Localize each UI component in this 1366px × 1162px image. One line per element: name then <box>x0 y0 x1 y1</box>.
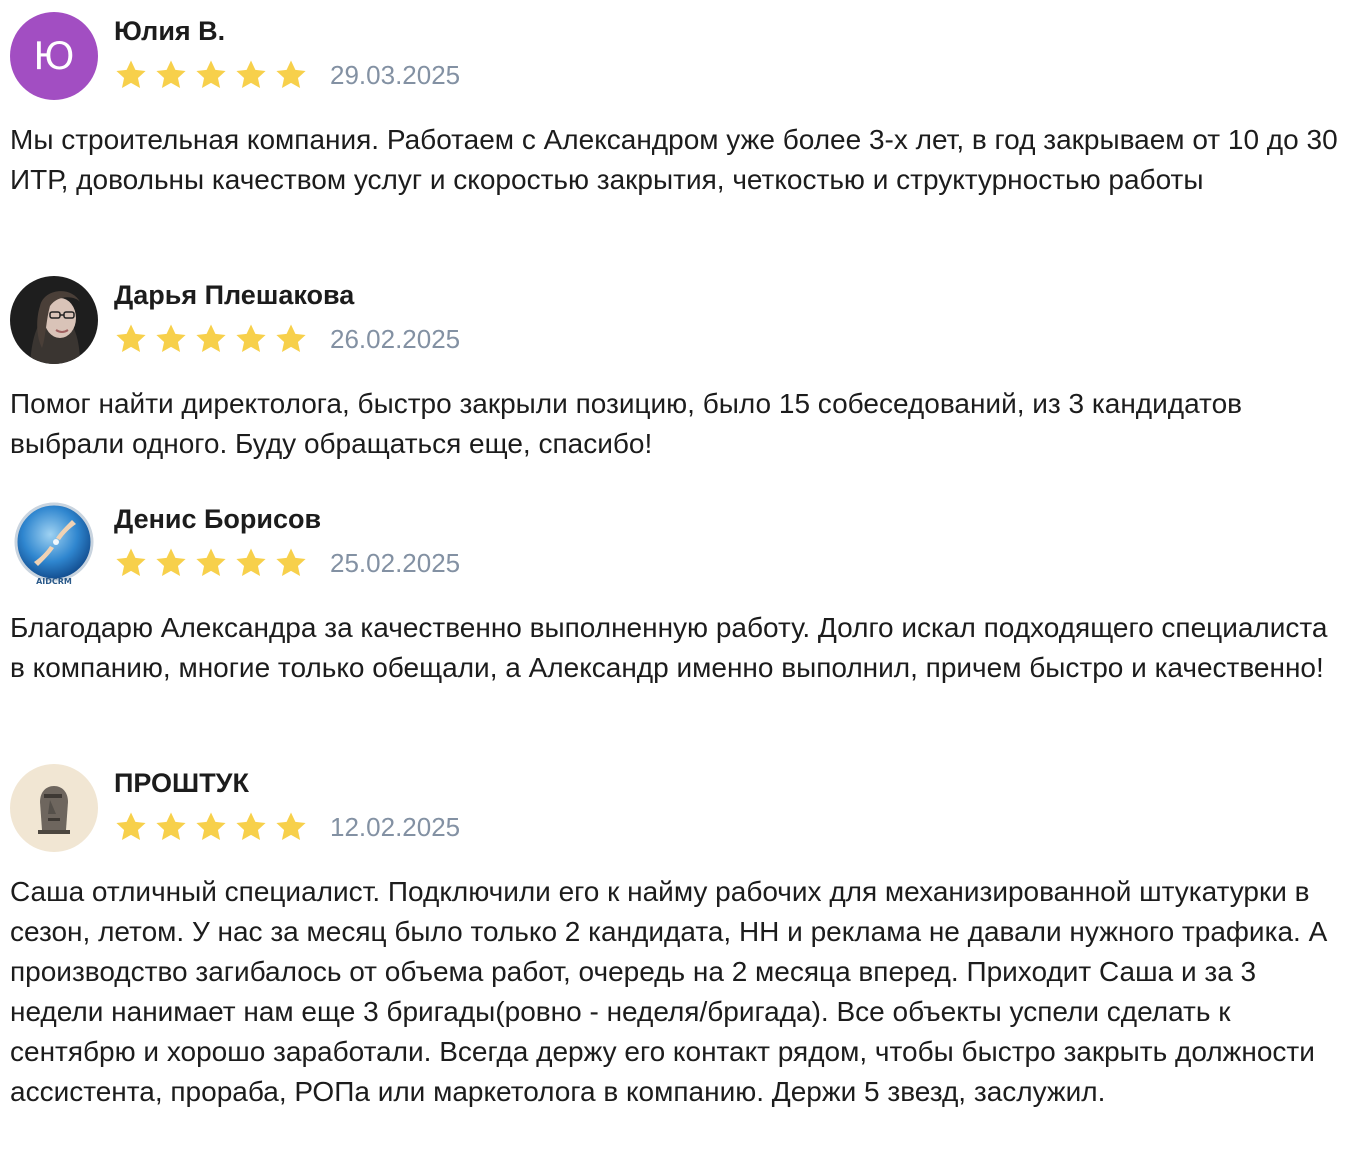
star-icon <box>156 548 186 577</box>
star-icon <box>276 60 306 89</box>
star-icon <box>236 324 266 353</box>
star-icon <box>116 548 146 577</box>
logo-text: AIDCRM <box>36 577 72 586</box>
star-icon <box>276 548 306 577</box>
avatar[interactable] <box>10 276 98 364</box>
reviewer-name[interactable]: Дарья Плешакова <box>114 280 354 311</box>
star-icon <box>196 548 226 577</box>
star-icon <box>116 812 146 841</box>
avatar[interactable]: AIDCRM <box>10 500 98 588</box>
avatar[interactable] <box>10 764 98 852</box>
rating-stars <box>114 322 308 356</box>
review-date: 29.03.2025 <box>330 60 461 90</box>
reviewer-name[interactable]: Денис Борисов <box>114 504 321 535</box>
star-icon <box>196 60 226 89</box>
rating-stars <box>114 546 308 580</box>
star-icon <box>156 812 186 841</box>
avatar[interactable]: Ю <box>10 12 98 100</box>
review-header: Дарья Плешакова 26.02.2025 <box>10 276 1350 364</box>
rating-stars <box>114 58 308 92</box>
review-text: Благодарю Александра за качественно выпо… <box>10 612 1328 683</box>
review-card: AIDCRM Денис Борисов 25.02.2025 Благодар… <box>10 500 1350 688</box>
review-text: Мы строительная компания. Работаем с Але… <box>10 124 1338 195</box>
review-header: ПРОШТУК 12.02.2025 <box>10 764 1350 852</box>
reviewer-name[interactable]: ПРОШТУК <box>114 768 249 799</box>
review-card: Дарья Плешакова 26.02.2025 Помог найти д… <box>10 276 1350 464</box>
review-text: Саша отличный специалист. Подключили его… <box>10 876 1328 1107</box>
review-card: Ю Юлия В. 29.03.2025 Мы строительная ком… <box>10 12 1350 200</box>
star-icon <box>116 60 146 89</box>
review-date: 12.02.2025 <box>330 812 461 842</box>
rating-stars <box>114 810 308 844</box>
star-icon <box>156 324 186 353</box>
review-card: ПРОШТУК 12.02.2025 Саша отличный специал… <box>10 764 1350 1112</box>
review-date: 25.02.2025 <box>330 548 461 578</box>
star-icon <box>236 548 266 577</box>
star-icon <box>276 324 306 353</box>
review-header: AIDCRM Денис Борисов 25.02.2025 <box>10 500 1350 588</box>
star-icon <box>196 812 226 841</box>
reviewer-name[interactable]: Юлия В. <box>114 16 225 47</box>
star-icon <box>116 324 146 353</box>
star-icon <box>276 812 306 841</box>
review-text: Помог найти директолога, быстро закрыли … <box>10 388 1243 459</box>
star-icon <box>236 60 266 89</box>
star-icon <box>236 812 266 841</box>
review-date: 26.02.2025 <box>330 324 461 354</box>
star-icon <box>196 324 226 353</box>
review-header: Ю Юлия В. 29.03.2025 <box>10 12 1350 100</box>
star-icon <box>156 60 186 89</box>
